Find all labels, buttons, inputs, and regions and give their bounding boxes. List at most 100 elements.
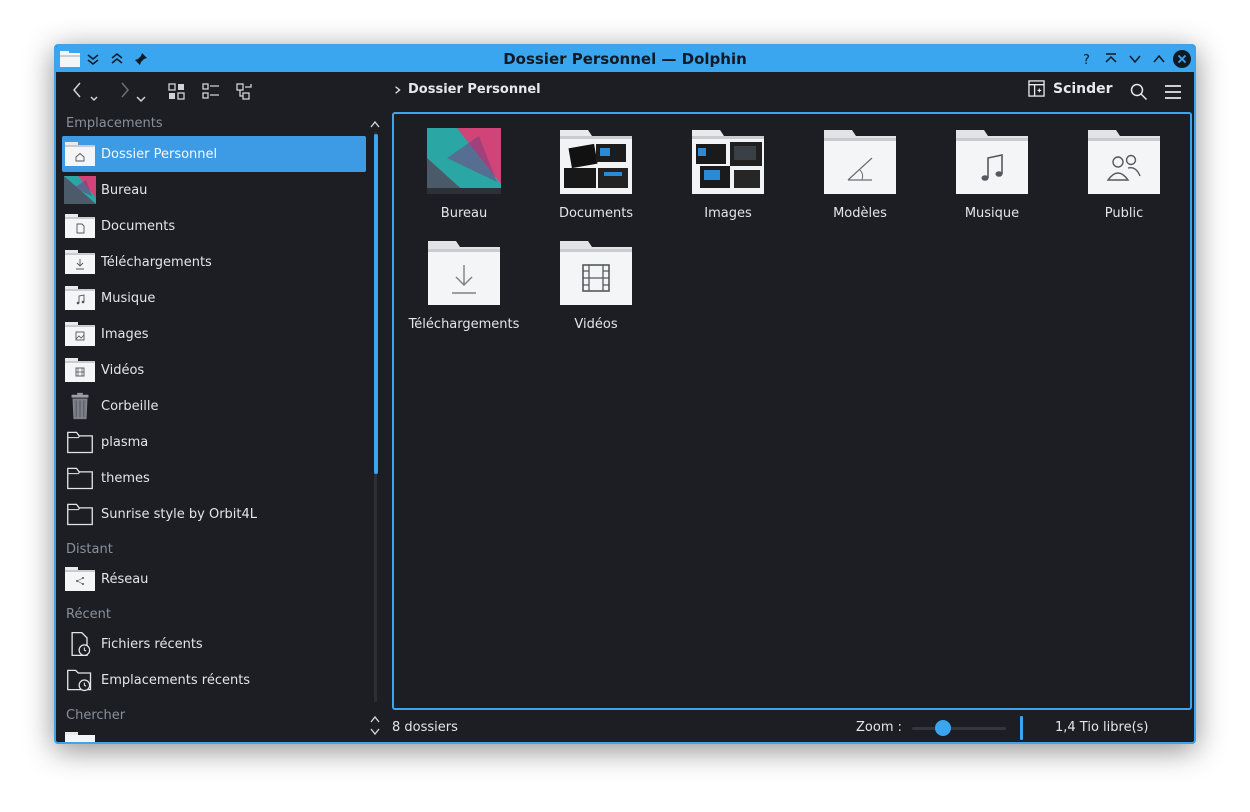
file-view[interactable]: Bureau Documents Images Modèles Musique … bbox=[392, 112, 1192, 710]
sidebar-item-music[interactable]: Musique bbox=[62, 280, 366, 316]
item-count: 8 dossiers bbox=[392, 720, 458, 735]
sidebar-item-search-partial[interactable] bbox=[62, 726, 366, 742]
hamburger-menu-icon[interactable] bbox=[1162, 81, 1184, 103]
recent-places-icon bbox=[64, 664, 96, 696]
dolphin-window: Dossier Personnel — Dolphin ? Dossier Pe… bbox=[54, 44, 1196, 744]
icons-view-icon[interactable] bbox=[166, 81, 188, 103]
sidebar-item-label: Corbeille bbox=[101, 398, 159, 414]
zoom-label: Zoom : bbox=[856, 720, 902, 735]
sidebar-item-documents[interactable]: Documents bbox=[62, 208, 366, 244]
scroll-down-icon[interactable] bbox=[370, 728, 380, 736]
images-folder-preview bbox=[690, 128, 766, 196]
section-title-search: Chercher bbox=[66, 708, 126, 723]
item-label: Musique bbox=[964, 206, 1020, 221]
sidebar-item-label: Documents bbox=[101, 218, 176, 234]
folder-item-telechargements[interactable]: Téléchargements bbox=[398, 239, 530, 332]
sidebar-item-pictures[interactable]: Images bbox=[62, 316, 366, 352]
sidebar-scrollbar[interactable] bbox=[370, 112, 380, 742]
item-label: Vidéos bbox=[574, 317, 618, 332]
window-title: Dossier Personnel — Dolphin bbox=[503, 50, 747, 68]
sidebar-item-trash[interactable]: Corbeille bbox=[62, 388, 366, 424]
sidebar-item-recent-files[interactable]: Fichiers récents bbox=[62, 626, 366, 662]
sidebar-item-label: Emplacements récents bbox=[101, 672, 251, 688]
folder-item-modeles[interactable]: Modèles bbox=[794, 128, 926, 221]
split-button[interactable]: Scinder bbox=[1028, 80, 1113, 97]
scrollbar-thumb[interactable] bbox=[374, 134, 378, 474]
breadcrumb-chevron-icon bbox=[395, 85, 401, 94]
item-label: Bureau bbox=[440, 206, 488, 221]
zoom-slider-track[interactable] bbox=[912, 727, 1006, 730]
zoom-slider-handle[interactable] bbox=[935, 720, 952, 736]
sidebar-item-label: Sunrise style by Orbit4L bbox=[101, 506, 258, 522]
section-title-places: Emplacements bbox=[66, 116, 163, 131]
maximize-icon[interactable] bbox=[1150, 50, 1168, 68]
sidebar-item-label: themes bbox=[101, 470, 150, 486]
folder-item-documents[interactable]: Documents bbox=[530, 128, 662, 221]
folder-item-videos[interactable]: Vidéos bbox=[530, 239, 662, 332]
sidebar-item-label: Vidéos bbox=[101, 362, 145, 378]
breadcrumb[interactable]: Dossier Personnel bbox=[394, 82, 541, 97]
item-label: Images bbox=[704, 206, 752, 221]
recent-files-icon bbox=[64, 628, 96, 660]
free-space-indicator[interactable] bbox=[1020, 716, 1023, 740]
sidebar-item-label: Dossier Personnel bbox=[101, 146, 218, 162]
sidebar-item-recent-places[interactable]: Emplacements récents bbox=[62, 662, 366, 698]
templates-folder-icon bbox=[822, 128, 898, 196]
close-icon[interactable] bbox=[1173, 50, 1191, 68]
folder-item-musique[interactable]: Musique bbox=[926, 128, 1058, 221]
folder-icon bbox=[64, 426, 96, 458]
breadcrumb-current[interactable]: Dossier Personnel bbox=[408, 82, 541, 97]
videos-folder-icon bbox=[64, 354, 96, 386]
sidebar-item-label: Images bbox=[101, 326, 149, 342]
sidebar-item-videos[interactable]: Vidéos bbox=[62, 352, 366, 388]
music-folder-icon bbox=[954, 128, 1030, 196]
status-bar: 8 dossiers Zoom : 1,4 Tio libre(s) bbox=[390, 714, 1194, 742]
forward-button[interactable] bbox=[114, 80, 150, 104]
folder-item-bureau[interactable]: Bureau bbox=[398, 128, 530, 221]
public-folder-icon bbox=[1086, 128, 1162, 196]
details-view-icon[interactable] bbox=[234, 81, 256, 103]
desktop-icon bbox=[64, 174, 96, 206]
sidebar-item-themes[interactable]: themes bbox=[62, 460, 366, 496]
help-icon[interactable]: ? bbox=[1078, 50, 1096, 68]
network-folder-icon bbox=[64, 563, 96, 595]
shade-icon[interactable] bbox=[1102, 50, 1120, 68]
title-bar[interactable]: Dossier Personnel — Dolphin ? bbox=[56, 46, 1194, 72]
item-label: Public bbox=[1104, 206, 1144, 221]
back-button[interactable] bbox=[70, 80, 98, 104]
toolbar: Dossier Personnel Scinder bbox=[56, 72, 1194, 110]
item-label: Téléchargements bbox=[408, 317, 520, 332]
sidebar-item-label: plasma bbox=[101, 434, 149, 450]
minimize-icon[interactable] bbox=[1126, 50, 1144, 68]
places-panel: Emplacements Dossier Personnel Bureau Do… bbox=[60, 112, 370, 742]
sidebar-item-label: Téléchargements bbox=[101, 254, 212, 270]
sidebar-item-network[interactable]: Réseau bbox=[62, 561, 366, 597]
split-label: Scinder bbox=[1053, 80, 1113, 97]
folder-item-images[interactable]: Images bbox=[662, 128, 794, 221]
sidebar-item-sunrise-style[interactable]: Sunrise style by Orbit4L bbox=[62, 496, 366, 532]
sidebar-item-home[interactable]: Dossier Personnel bbox=[62, 136, 366, 172]
music-folder-icon bbox=[64, 282, 96, 314]
documents-folder-preview bbox=[558, 128, 634, 196]
sidebar-item-desktop[interactable]: Bureau bbox=[62, 172, 366, 208]
scroll-up-icon[interactable] bbox=[370, 715, 380, 723]
folder-item-public[interactable]: Public bbox=[1058, 128, 1190, 221]
compact-view-icon[interactable] bbox=[200, 81, 222, 103]
item-label: Documents bbox=[558, 206, 634, 221]
sidebar-item-plasma[interactable]: plasma bbox=[62, 424, 366, 460]
videos-folder-icon bbox=[558, 239, 634, 307]
section-title-remote: Distant bbox=[66, 542, 113, 557]
downloads-folder-icon bbox=[426, 239, 502, 307]
folder-icon bbox=[64, 462, 96, 494]
downloads-folder-icon bbox=[64, 246, 96, 278]
svg-text:?: ? bbox=[1083, 53, 1090, 66]
folder-icon bbox=[64, 498, 96, 530]
desktop-wallpaper-thumb bbox=[426, 128, 502, 196]
sidebar-item-downloads[interactable]: Téléchargements bbox=[62, 244, 366, 280]
home-folder-icon bbox=[64, 138, 96, 170]
search-icon[interactable] bbox=[1128, 81, 1150, 103]
free-space-label[interactable]: 1,4 Tio libre(s) bbox=[1055, 720, 1149, 735]
pictures-folder-icon bbox=[64, 318, 96, 350]
scroll-up-icon[interactable] bbox=[370, 120, 380, 128]
sidebar-item-label: Réseau bbox=[101, 571, 149, 587]
